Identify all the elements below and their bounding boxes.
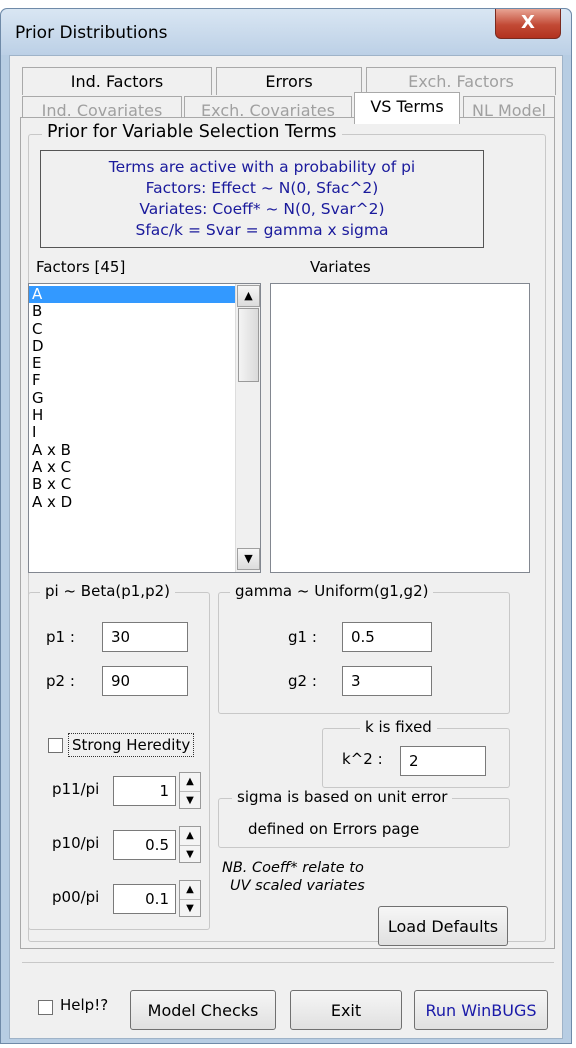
p11-label: p11/pi [52,780,100,798]
load-defaults-button[interactable]: Load Defaults [378,906,508,946]
help-checkbox[interactable] [38,1000,53,1015]
list-item[interactable]: D [29,337,235,355]
p2-input[interactable]: 90 [102,666,188,696]
list-item[interactable]: A x B [29,441,235,459]
info-line: Factors: Effect ~ N(0, Sfac^2) [145,179,379,197]
g2-label: g2 : [288,672,317,690]
scroll-down-arrow-icon[interactable]: ▼ [237,548,260,570]
tab-vs-terms[interactable]: VS Terms [354,92,460,124]
list-item[interactable]: E [29,355,235,372]
variates-listbox[interactable] [270,283,530,573]
exit-button[interactable]: Exit [290,990,402,1030]
variates-label: Variates [310,258,371,276]
p10-label: p10/pi [52,834,100,852]
model-checks-button[interactable]: Model Checks [130,990,276,1030]
p10-input[interactable]: 0.5 [113,830,176,860]
k-fixed-group-title: k is fixed [360,718,437,736]
sigma-info-text: defined on Errors page [248,820,420,838]
bottom-divider [22,962,554,963]
gamma-uniform-group-title: gamma ~ Uniform(g1,g2) [230,582,434,600]
tab-ind-factors[interactable]: Ind. Factors [22,67,212,95]
close-button[interactable]: X [495,9,561,39]
spin-up-icon[interactable]: ▲ [180,881,200,900]
strong-heredity-label[interactable]: Strong Heredity [68,733,195,757]
info-line: Terms are active with a probability of p… [108,158,416,176]
info-line: Sfac/k = Svar = gamma x sigma [135,221,389,239]
list-item[interactable]: C [29,320,235,338]
k2-input[interactable]: 2 [400,746,486,776]
list-item[interactable]: G [29,389,235,407]
window-title: Prior Distributions [15,23,168,43]
factors-label: Factors [45] [36,258,126,276]
list-item[interactable]: I [29,424,235,441]
info-line: Variates: Coeff* ~ N(0, Svar^2) [139,200,385,218]
factors-list: A B C D E F G H I A x B A x C B x C A x … [29,285,235,511]
title-bar[interactable]: Prior Distributions X [1,9,571,55]
list-item[interactable]: F [29,372,235,389]
p00-input[interactable]: 0.1 [113,884,176,914]
note-line-2: UV scaled variates [230,878,365,894]
list-item[interactable]: A [29,285,235,304]
p1-input[interactable]: 30 [102,622,188,652]
scrollbar-thumb[interactable] [238,308,259,382]
run-winbugs-button[interactable]: Run WinBUGS [414,990,548,1030]
factors-scrollbar[interactable]: ▲ ▼ [235,284,260,572]
p00-label: p00/pi [52,888,100,906]
g1-label: g1 : [288,628,317,646]
strong-heredity-checkbox[interactable] [48,738,63,753]
list-item[interactable]: B x C [29,476,235,493]
tab-exch-factors[interactable]: Exch. Factors [366,67,556,95]
pi-beta-group-title: pi ~ Beta(p1,p2) [40,582,175,600]
help-label[interactable]: Help!? [60,996,108,1014]
spin-down-icon[interactable]: ▼ [180,846,200,864]
sigma-group-title: sigma is based on unit error [232,788,453,806]
factors-listbox[interactable]: A B C D E F G H I A x B A x C B x C A x … [28,283,261,573]
g2-input[interactable]: 3 [342,666,432,696]
scroll-up-arrow-icon[interactable]: ▲ [237,285,260,307]
p1-label: p1 : [46,628,75,646]
list-item[interactable]: A x D [29,493,235,511]
list-item[interactable]: B [29,303,235,320]
prior-info-box: Terms are active with a probability of p… [40,150,484,248]
spin-down-icon[interactable]: ▼ [180,900,200,918]
p11-spinner[interactable]: ▲ ▼ [179,772,201,809]
vs-prior-group-title: Prior for Variable Selection Terms [42,122,342,142]
spin-up-icon[interactable]: ▲ [180,827,200,846]
p11-input[interactable]: 1 [113,776,176,806]
g1-input[interactable]: 0.5 [342,622,432,652]
spin-down-icon[interactable]: ▼ [180,792,200,810]
p10-spinner[interactable]: ▲ ▼ [179,826,201,863]
tab-errors[interactable]: Errors [216,67,362,95]
p2-label: p2 : [46,672,75,690]
note-line-1: NB. Coeff* relate to [222,860,364,876]
k2-label: k^2 : [342,750,383,768]
list-item[interactable]: A x C [29,458,235,476]
spin-up-icon[interactable]: ▲ [180,773,200,792]
p00-spinner[interactable]: ▲ ▼ [179,880,201,917]
list-item[interactable]: H [29,406,235,424]
